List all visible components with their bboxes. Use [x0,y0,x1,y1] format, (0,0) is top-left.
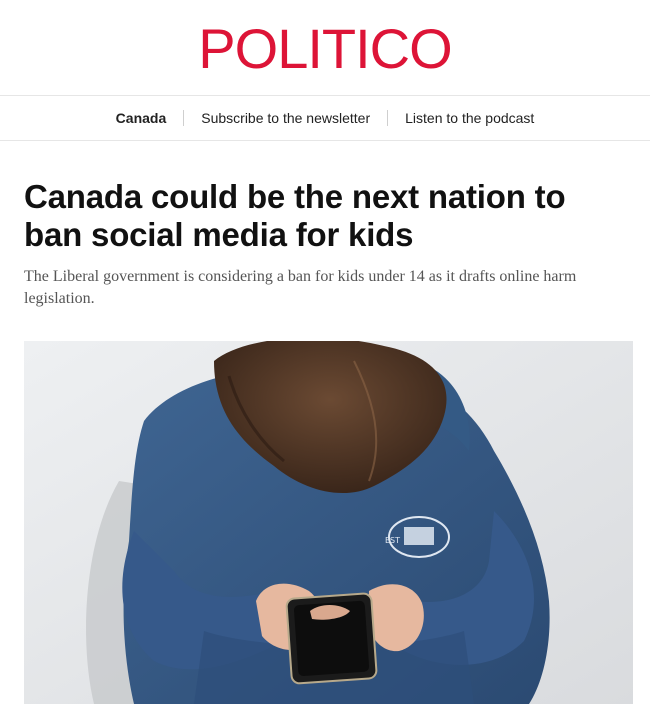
article-headline: Canada could be the next nation to ban s… [24,178,566,253]
masthead: POLITICO [0,0,650,95]
politico-logo[interactable]: POLITICO [198,20,452,77]
hero-image: EST [24,341,633,704]
nav-item-newsletter[interactable]: Subscribe to the newsletter [184,109,387,127]
nav-item-canada[interactable]: Canada [99,109,184,127]
section-nav: Canada Subscribe to the newsletter Liste… [0,95,650,141]
svg-text:EST: EST [385,536,400,545]
article-dek: The Liberal government is considering a … [24,268,577,307]
nav-item-podcast[interactable]: Listen to the podcast [388,109,551,127]
